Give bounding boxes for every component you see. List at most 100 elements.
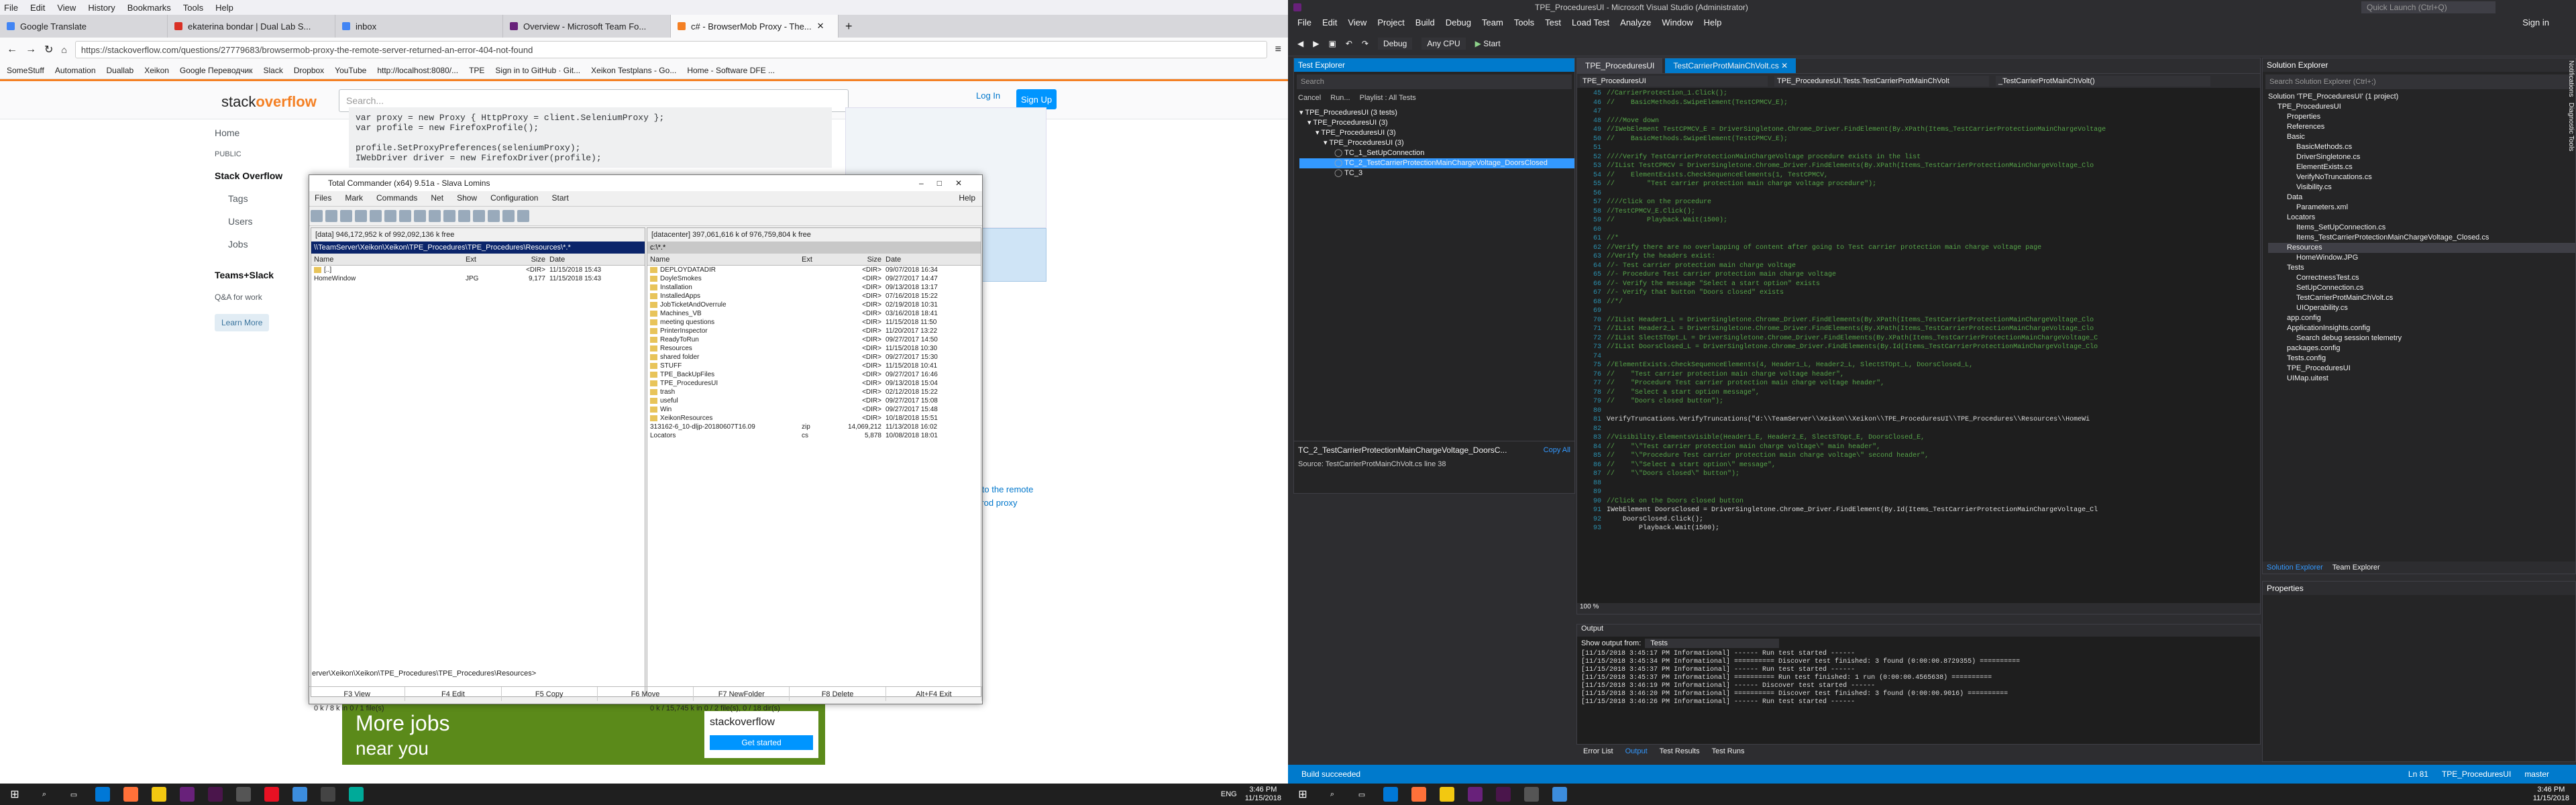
app-icon[interactable] <box>349 787 364 802</box>
doc-tab[interactable]: TPE_ProceduresUI <box>1577 58 1663 73</box>
output-source-select[interactable]: Tests <box>1645 639 1780 648</box>
test-search-input[interactable]: Search <box>1297 74 1572 89</box>
f4-edit-button[interactable]: F4 Edit <box>405 687 502 701</box>
test-node[interactable]: ▾ TPE_ProceduresUI (3) <box>1299 138 1574 148</box>
file-row[interactable]: DEPLOYDATADIR <DIR> 09/07/2018 16:34 <box>647 266 981 274</box>
solution-item[interactable]: Locators <box>2268 213 2575 223</box>
doc-tab-active[interactable]: TestCarrierProtMainChVolt.cs ✕ <box>1665 58 1796 73</box>
platform-select[interactable]: Any CPU <box>1421 37 1466 50</box>
tc-menu-show[interactable]: Show <box>457 193 477 203</box>
app-icon[interactable] <box>264 787 279 802</box>
reload-icon[interactable]: ↻ <box>44 43 53 56</box>
bookmark-youtube[interactable]: YouTube <box>335 66 366 75</box>
test-item-selected[interactable]: ◯ TC_2_TestCarrierProtectionMainChargeVo… <box>1299 158 1574 168</box>
file-row[interactable]: Win <DIR> 09/27/2017 15:48 <box>647 405 981 414</box>
solution-item[interactable]: ElementExists.cs <box>2268 162 2575 172</box>
tc-menu-help[interactable]: Help <box>959 193 982 203</box>
f7-newfolder-button[interactable]: F7 NewFolder <box>694 687 790 701</box>
total-commander-icon[interactable] <box>292 787 307 802</box>
solution-item[interactable]: Basic <box>2268 132 2575 142</box>
tc-command-line[interactable]: erver\Xeikon\Xeikon\TPE_Procedures\TPE_P… <box>309 667 982 680</box>
solution-item[interactable]: References <box>2268 122 2575 132</box>
file-row[interactable]: TPE_BackUpFiles <DIR> 09/27/2017 16:46 <box>647 370 981 379</box>
file-row[interactable]: [..] <DIR> 11/15/2018 15:43 <box>311 266 645 274</box>
vs-menu-project[interactable]: Project <box>1377 17 1404 28</box>
login-link[interactable]: Log In <box>976 91 1000 101</box>
bookmark-google-translate[interactable]: Google Переводчик <box>180 66 253 75</box>
f8-delete-button[interactable]: F8 Delete <box>790 687 886 701</box>
team-explorer-tab[interactable]: Team Explorer <box>2332 564 2380 572</box>
file-row[interactable]: 313162-6_10-dljp-20180607T16.09 zip 14,069… <box>647 423 981 431</box>
bookmark-duallab[interactable]: Duallab <box>107 66 134 75</box>
firefox-icon[interactable] <box>1411 787 1426 802</box>
vs-menu-build[interactable]: Build <box>1415 17 1435 28</box>
tc-menu-configuration[interactable]: Configuration <box>490 193 538 203</box>
tab-team-foundation[interactable]: Overview - Microsoft Team Fo... <box>503 15 671 38</box>
test-results-tab[interactable]: Test Results <box>1660 747 1700 755</box>
file-row[interactable]: Installation <DIR> 09/13/2018 13:17 <box>647 283 981 292</box>
bookmark-automation[interactable]: Automation <box>55 66 96 75</box>
search-icon[interactable]: ⌕ <box>30 784 59 805</box>
sync-icon[interactable] <box>488 210 500 222</box>
thumbs-icon[interactable] <box>355 210 367 222</box>
language-indicator[interactable]: ENG <box>1221 790 1237 798</box>
task-view-icon[interactable]: ▭ <box>59 784 89 805</box>
settings-icon[interactable] <box>517 210 529 222</box>
clock[interactable]: 3:46 PM 11/15/2018 <box>1245 786 1281 803</box>
edge-icon[interactable] <box>1383 787 1398 802</box>
save-icon[interactable]: ▣ <box>1328 39 1336 48</box>
tc-menu-files[interactable]: Files <box>315 193 331 203</box>
project-dropdown[interactable]: TPE_ProceduresUI <box>1580 75 1768 87</box>
file-row[interactable]: useful <DIR> 09/27/2017 15:08 <box>647 396 981 405</box>
file-row[interactable]: InstalledApps <DIR> 07/16/2018 15:22 <box>647 292 981 301</box>
file-row[interactable]: trash <DIR> 02/12/2018 15:22 <box>647 388 981 396</box>
signup-button[interactable]: Sign Up <box>1016 89 1057 109</box>
nav-home[interactable]: Home <box>215 127 335 138</box>
col-name[interactable]: Name <box>311 256 466 264</box>
so-logo[interactable]: stackoverflow <box>221 93 317 111</box>
tab-gmail[interactable]: ekaterina bondar | Dual Lab S... <box>168 15 335 38</box>
start-button[interactable]: ▶ Start <box>1475 39 1501 48</box>
solution-item[interactable]: Items_SetUpConnection.cs <box>2268 223 2575 233</box>
debug-config-select[interactable]: Debug <box>1377 37 1413 50</box>
unpack-icon[interactable] <box>429 210 441 222</box>
search-icon[interactable]: ⌕ <box>1318 784 1347 805</box>
solution-item[interactable]: Properties <box>2268 112 2575 122</box>
quick-launch-input[interactable]: Quick Launch (Ctrl+Q) <box>2361 1 2496 13</box>
edge-icon[interactable] <box>95 787 110 802</box>
notifications-tab[interactable]: Notifications <box>2567 60 2575 97</box>
tab-inbox[interactable]: inbox <box>335 15 503 38</box>
solution-item[interactable]: CorrectnessTest.cs <box>2268 273 2575 283</box>
back-icon[interactable]: ← <box>7 44 17 56</box>
vs-menu-edit[interactable]: Edit <box>1322 17 1337 28</box>
file-row[interactable]: ReadyToRun <DIR> 09/27/2017 14:50 <box>647 335 981 344</box>
file-row[interactable]: JobTicketAndOverrule <DIR> 02/19/2018 10:3… <box>647 301 981 309</box>
rename-icon[interactable] <box>458 210 470 222</box>
back-icon[interactable] <box>384 210 396 222</box>
test-source-link[interactable]: Source: TestCarrierProtMainChVolt.cs lin… <box>1298 460 1570 468</box>
explorer-icon[interactable] <box>1440 787 1454 802</box>
solution-item[interactable]: Items_TestCarrierProtectionMainChargeVol… <box>2268 233 2575 243</box>
vs-menu-debug[interactable]: Debug <box>1446 17 1471 28</box>
get-started-button[interactable]: Get started <box>710 735 813 750</box>
bookmark-tpe[interactable]: TPE <box>469 66 484 75</box>
tc-menu-mark[interactable]: Mark <box>345 193 363 203</box>
zoom-level[interactable]: 100 % <box>1580 603 1599 610</box>
back-icon[interactable]: ◀ <box>1297 39 1303 48</box>
slack-icon[interactable] <box>208 787 223 802</box>
solution-item[interactable]: Resources <box>2268 243 2575 253</box>
solution-item[interactable]: ApplicationInsights.config <box>2268 323 2575 333</box>
learn-more-button[interactable]: Learn More <box>215 314 270 331</box>
col-ext[interactable]: Ext <box>802 256 839 264</box>
tc-menu-commands[interactable]: Commands <box>376 193 417 203</box>
solution-node[interactable]: Solution 'TPE_ProceduresUI' (1 project) <box>2268 92 2575 102</box>
bookmark-localhost[interactable]: http://localhost:8080/... <box>377 66 458 75</box>
forward-icon[interactable]: → <box>25 44 36 56</box>
tc-menu-start[interactable]: Start <box>551 193 568 203</box>
task-view-icon[interactable]: ▭ <box>1347 784 1377 805</box>
solution-item[interactable]: VerifyNoTruncations.cs <box>2268 172 2575 182</box>
bookmark-github[interactable]: Sign in to GitHub · Git... <box>495 66 580 75</box>
tree-icon[interactable] <box>370 210 382 222</box>
solution-item[interactable]: UIOperability.cs <box>2268 303 2575 313</box>
start-button[interactable]: ⊞ <box>0 784 30 805</box>
